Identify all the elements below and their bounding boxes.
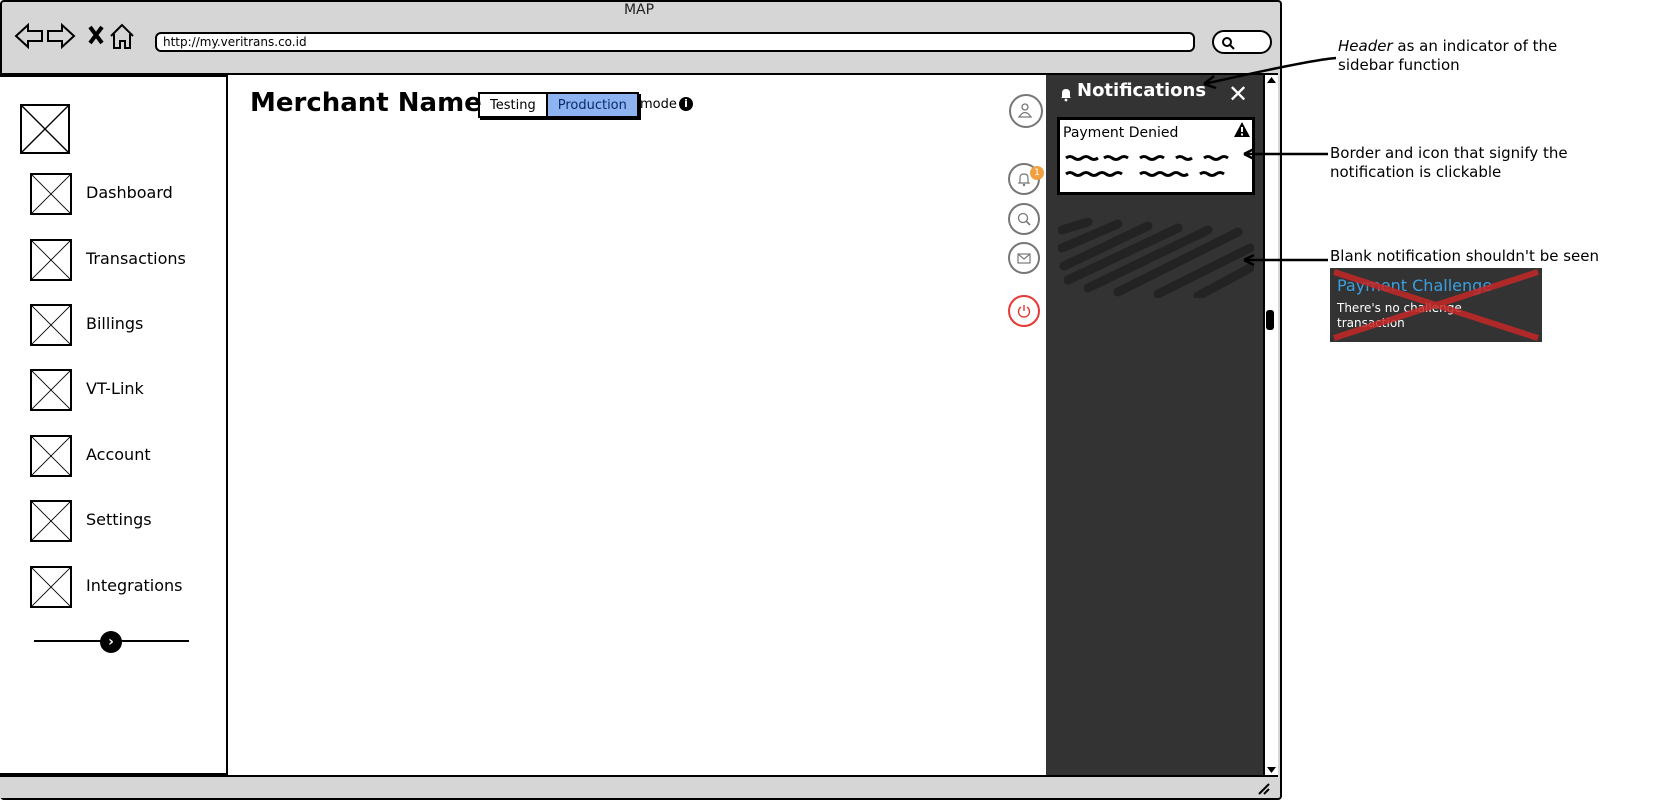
- user-icon: [1017, 103, 1033, 118]
- sidebar-item-transactions[interactable]: Transactions: [86, 249, 186, 268]
- notification-badge: 1: [1030, 166, 1044, 180]
- sidebar-item-settings-icon[interactable]: [30, 500, 72, 542]
- notification-title: Payment Denied: [1063, 125, 1179, 141]
- logo-placeholder: [20, 104, 70, 154]
- sidebar-item-dashboard-icon[interactable]: [30, 173, 72, 215]
- sidebar-item-transactions-icon[interactable]: [30, 239, 72, 281]
- power-icon: [1017, 305, 1031, 318]
- mode-production[interactable]: Production: [545, 94, 637, 116]
- sidebar-item-vt-link-icon[interactable]: [30, 369, 72, 411]
- browser-nav-icons: [14, 22, 134, 50]
- back-icon[interactable]: [14, 22, 43, 50]
- blank-note-arrow: [1243, 254, 1328, 266]
- info-icon[interactable]: i: [679, 97, 693, 111]
- scroll-down-icon[interactable]: [1265, 765, 1278, 775]
- header-annotation-em: Header: [1338, 37, 1393, 55]
- window-title: MAP: [623, 2, 655, 18]
- sidebar-collapse-button[interactable]: ›: [100, 631, 122, 653]
- border-annotation: Border and icon that signify the notific…: [1330, 144, 1568, 181]
- user-button[interactable]: [1009, 94, 1043, 128]
- annotation-arrows: [1203, 56, 1337, 90]
- status-bar: [0, 775, 1278, 798]
- border-note-arrow: [1243, 148, 1328, 160]
- header-annotation: Header as an indicator of the sidebar fu…: [1338, 37, 1588, 75]
- home-icon[interactable]: [110, 23, 134, 49]
- mail-icon: [1017, 253, 1031, 264]
- blank-annotation: Blank notification shouldn't be seen: [1330, 247, 1600, 265]
- sidebar-item-billings[interactable]: Billings: [86, 314, 143, 333]
- sidebar-item-account-icon[interactable]: [30, 435, 72, 477]
- sidebar-item-dashboard[interactable]: Dashboard: [86, 183, 173, 202]
- stop-icon[interactable]: [88, 25, 104, 45]
- forward-icon[interactable]: [47, 22, 76, 50]
- sidebar: Dashboard Transactions Billings VT-Link …: [0, 75, 228, 775]
- sidebar-item-vt-link[interactable]: VT-Link: [86, 379, 144, 398]
- mode-label: mode: [640, 97, 677, 112]
- scroll-thumb[interactable]: [1266, 310, 1274, 330]
- mode-switch[interactable]: Testing Production: [478, 92, 639, 118]
- logout-button[interactable]: [1008, 295, 1040, 327]
- sidebar-item-integrations[interactable]: Integrations: [86, 576, 183, 595]
- sidebar-item-billings-icon[interactable]: [30, 304, 72, 346]
- sidebar-item-account[interactable]: Account: [86, 445, 151, 464]
- sidebar-item-integrations-icon[interactable]: [30, 566, 72, 608]
- resize-grip-icon[interactable]: [1256, 781, 1272, 795]
- search-button[interactable]: [1008, 203, 1040, 235]
- url-bar[interactable]: http://my.veritrans.co.id: [155, 32, 1195, 52]
- magnifier-icon: [1017, 212, 1031, 226]
- mode-testing[interactable]: Testing: [480, 94, 546, 116]
- mail-button[interactable]: [1008, 242, 1040, 274]
- bell-icon: [1061, 89, 1071, 102]
- sidebar-item-settings[interactable]: Settings: [86, 510, 152, 529]
- merchant-name: Merchant Name: [250, 88, 482, 118]
- notifications-title: Notifications: [1077, 80, 1207, 101]
- strike-icon: [1333, 269, 1539, 341]
